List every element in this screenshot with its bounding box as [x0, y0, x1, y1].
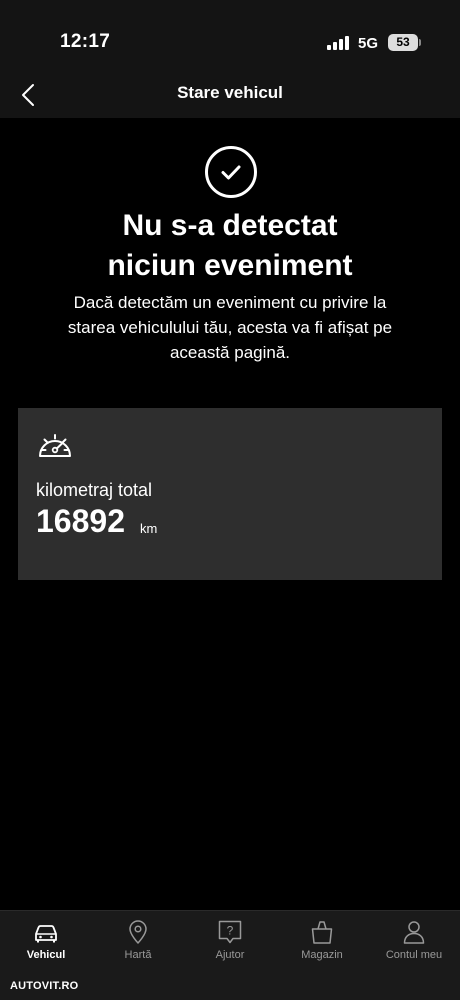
network-type: 5G: [358, 35, 379, 52]
speedometer-icon: [39, 434, 71, 457]
tab-label-vehicul: Vehicul: [26, 949, 66, 961]
watermark: AUTOVIT.RO: [10, 980, 79, 992]
tab-harta[interactable]: Hartă: [92, 911, 184, 971]
status-description: Dacă detectăm un eveniment cu privire la…: [20, 290, 440, 365]
odometer-value: 16892: [36, 503, 125, 539]
page-title: Stare vehicul: [177, 83, 283, 102]
tab-label-contul-meu: Contul meu: [385, 949, 443, 961]
map-pin-icon: [129, 920, 147, 944]
tab-label-ajutor: Ajutor: [215, 949, 245, 961]
car-icon: [35, 925, 57, 943]
help-icon: ?: [218, 920, 242, 944]
headline-line-2: niciun eveniment: [107, 249, 353, 282]
signal-icon: [327, 36, 351, 50]
status-headline: Nu s-a detectat niciun eveniment: [0, 206, 460, 286]
battery-tip: [419, 39, 421, 46]
shopping-bag-icon: [311, 921, 333, 944]
battery-icon: 53: [388, 34, 418, 51]
odometer-card: kilometraj total 16892 km: [18, 408, 442, 580]
user-icon: [403, 921, 425, 944]
tab-label-harta: Hartă: [124, 949, 152, 961]
odometer-unit: km: [140, 521, 158, 536]
headline-line-1: Nu s-a detectat: [122, 209, 338, 242]
tab-vehicul[interactable]: Vehicul: [0, 911, 92, 971]
description-line-3: această pagină.: [169, 343, 291, 362]
description-line-2: starea vehiculului tău, acesta va fi afi…: [67, 318, 393, 337]
status-time: 12:17: [60, 31, 111, 52]
description-line-1: Dacă detectăm un eveniment cu privire la: [73, 293, 387, 312]
odometer-label: kilometraj total: [36, 480, 153, 500]
tab-ajutor[interactable]: ? Ajutor: [184, 911, 276, 971]
header: Stare vehicul: [0, 78, 460, 118]
status-bar: 12:17 5G 53: [0, 0, 460, 78]
svg-text:?: ?: [227, 924, 234, 938]
tab-magazin[interactable]: Magazin: [276, 911, 368, 971]
tab-label-magazin: Magazin: [301, 949, 343, 961]
tab-contul-meu[interactable]: Contul meu: [368, 911, 460, 971]
check-circle-icon: [205, 146, 257, 198]
